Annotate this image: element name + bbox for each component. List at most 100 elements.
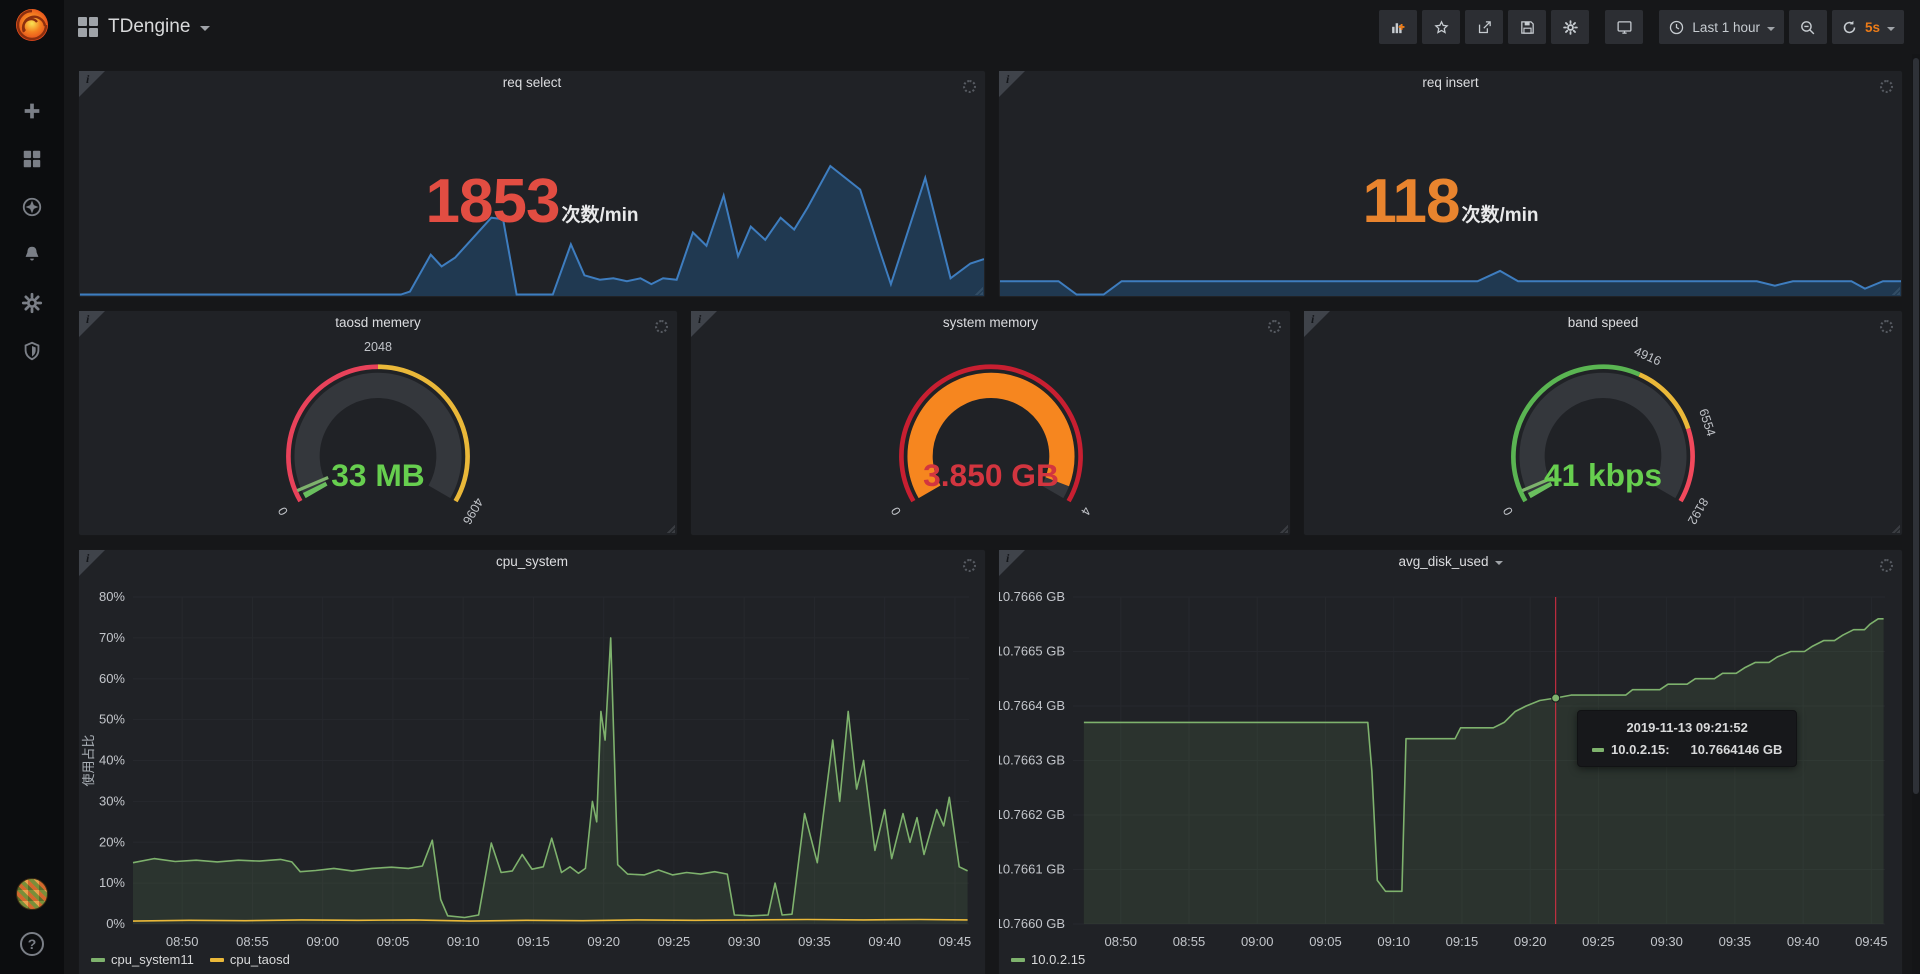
- resize-handle[interactable]: [666, 524, 675, 533]
- sidebar-item-alerting[interactable]: [21, 244, 43, 266]
- svg-text:33 MB: 33 MB: [331, 457, 424, 493]
- panel-title[interactable]: taosd memery: [79, 315, 677, 330]
- svg-text:09:25: 09:25: [1582, 934, 1615, 949]
- toolbar: Last 1 hour 5s: [1379, 10, 1904, 44]
- svg-text:09:40: 09:40: [868, 934, 901, 949]
- panel-system-memory: i system memory 043.850 GB: [690, 310, 1291, 536]
- time-range-picker[interactable]: Last 1 hour: [1659, 10, 1784, 44]
- gauge-chart: 049166554819241 kbps: [1304, 335, 1902, 531]
- svg-text:10.7663 GB: 10.7663 GB: [999, 753, 1065, 768]
- bell-icon: [21, 244, 43, 266]
- time-range-label: Last 1 hour: [1692, 20, 1760, 35]
- svg-text:09:10: 09:10: [1377, 934, 1410, 949]
- chevron-down-icon: [1887, 27, 1895, 31]
- dashboard-grid-icon[interactable]: [78, 17, 98, 37]
- resize-handle[interactable]: [1891, 524, 1900, 533]
- panel-band-speed: i band speed 049166554819241 kbps: [1303, 310, 1903, 536]
- save-icon: [1519, 19, 1536, 36]
- resize-handle[interactable]: [1279, 524, 1288, 533]
- chevron-down-icon: [1495, 561, 1503, 565]
- svg-text:0: 0: [888, 504, 904, 517]
- refresh-button[interactable]: 5s: [1832, 10, 1904, 44]
- gauge-chart: 0 4 3.850 GB: [691, 335, 1290, 531]
- spinner-icon: [1880, 80, 1893, 93]
- share-button[interactable]: [1465, 10, 1503, 44]
- sidebar-bottom: ?: [0, 878, 64, 956]
- clock-icon: [1668, 19, 1685, 36]
- svg-text:09:15: 09:15: [1446, 934, 1479, 949]
- sidebar-item-explore[interactable]: [21, 196, 43, 218]
- shield-icon: [21, 340, 43, 362]
- sidebar-item-dashboards[interactable]: [21, 148, 43, 170]
- panel-title[interactable]: avg_disk_used: [999, 554, 1902, 569]
- grafana-logo-icon[interactable]: [12, 5, 52, 45]
- gauge-chart: 02048409633 MB: [79, 335, 677, 531]
- svg-text:09:35: 09:35: [1719, 934, 1752, 949]
- panel-title[interactable]: cpu_system: [79, 554, 985, 569]
- dashboard-title[interactable]: TDengine: [108, 16, 190, 38]
- svg-text:09:20: 09:20: [587, 934, 620, 949]
- add-panel-button[interactable]: [1379, 10, 1417, 44]
- spinner-icon: [1268, 320, 1281, 333]
- cycle-view-button[interactable]: [1605, 10, 1643, 44]
- sidebar-item-configuration[interactable]: [21, 292, 43, 314]
- svg-text:09:45: 09:45: [939, 934, 972, 949]
- panel-title[interactable]: req insert: [999, 75, 1902, 90]
- avg-disk-used-chart[interactable]: 10.7660 GB10.7661 GB10.7662 GB10.7663 GB…: [999, 576, 1904, 959]
- panel-title[interactable]: req select: [79, 75, 985, 90]
- svg-text:08:50: 08:50: [1104, 934, 1137, 949]
- legend: 10.0.2.15: [1011, 952, 1085, 967]
- scrollbar[interactable]: [1912, 54, 1920, 974]
- svg-text:70%: 70%: [99, 630, 125, 645]
- legend-item-10.0.2.15[interactable]: 10.0.2.15: [1011, 952, 1085, 967]
- svg-text:10.7665 GB: 10.7665 GB: [999, 644, 1065, 659]
- legend-label: 10.0.2.15: [1031, 952, 1085, 967]
- svg-text:10.7660 GB: 10.7660 GB: [999, 916, 1065, 931]
- settings-button[interactable]: [1551, 10, 1589, 44]
- svg-text:41 kbps: 41 kbps: [1544, 457, 1662, 493]
- panel-title[interactable]: band speed: [1304, 315, 1902, 330]
- sparkline-chart: [1000, 146, 1901, 296]
- spinner-icon: [1880, 320, 1893, 333]
- svg-text:3.850 GB: 3.850 GB: [923, 457, 1059, 493]
- spinner-icon: [1880, 559, 1893, 572]
- sidebar: ?: [0, 0, 64, 974]
- svg-text:09:40: 09:40: [1787, 934, 1820, 949]
- star-button[interactable]: [1422, 10, 1460, 44]
- refresh-icon: [1841, 19, 1858, 36]
- sidebar-item-create[interactable]: [21, 100, 43, 122]
- svg-text:09:45: 09:45: [1855, 934, 1888, 949]
- legend-item-cpu_taosd[interactable]: cpu_taosd: [210, 952, 290, 967]
- gear-icon: [1562, 19, 1579, 36]
- legend-item-cpu_system11[interactable]: cpu_system11: [91, 952, 194, 967]
- svg-text:08:50: 08:50: [166, 934, 199, 949]
- tooltip-time: 2019-11-13 09:21:52: [1592, 720, 1782, 735]
- panel-avg-disk-used: i avg_disk_used 10.7660 GB10.7661 GB10.7…: [998, 549, 1903, 974]
- svg-text:6554: 6554: [1696, 407, 1718, 438]
- plus-icon: [21, 100, 43, 122]
- help-glyph: ?: [28, 936, 37, 952]
- svg-text:30%: 30%: [99, 793, 125, 808]
- svg-text:0: 0: [1500, 504, 1516, 517]
- grafana-dashboard: ? TDengine: [0, 0, 1920, 974]
- panel-title[interactable]: system memory: [691, 315, 1290, 330]
- svg-text:09:00: 09:00: [306, 934, 339, 949]
- svg-text:09:30: 09:30: [728, 934, 761, 949]
- zoom-out-icon: [1799, 19, 1816, 36]
- sidebar-item-server-admin[interactable]: [21, 340, 43, 362]
- sidebar-menu: [0, 100, 64, 362]
- svg-text:8192: 8192: [1685, 495, 1711, 526]
- svg-text:0: 0: [275, 504, 291, 517]
- scrollbar-thumb[interactable]: [1913, 58, 1919, 794]
- legend: cpu_system11 cpu_taosd: [91, 952, 290, 967]
- dashboard-picker: TDengine: [78, 0, 210, 54]
- cpu-system-chart[interactable]: 0%10%20%30%40%50%60%70%80%08:5008:5509:0…: [79, 576, 987, 959]
- zoom-out-button[interactable]: [1789, 10, 1827, 44]
- save-button[interactable]: [1508, 10, 1546, 44]
- svg-text:09:05: 09:05: [377, 934, 410, 949]
- user-avatar[interactable]: [16, 878, 48, 910]
- svg-text:10.7662 GB: 10.7662 GB: [999, 807, 1065, 822]
- svg-text:4: 4: [1078, 504, 1094, 517]
- help-icon[interactable]: ?: [20, 932, 44, 956]
- svg-text:08:55: 08:55: [236, 934, 269, 949]
